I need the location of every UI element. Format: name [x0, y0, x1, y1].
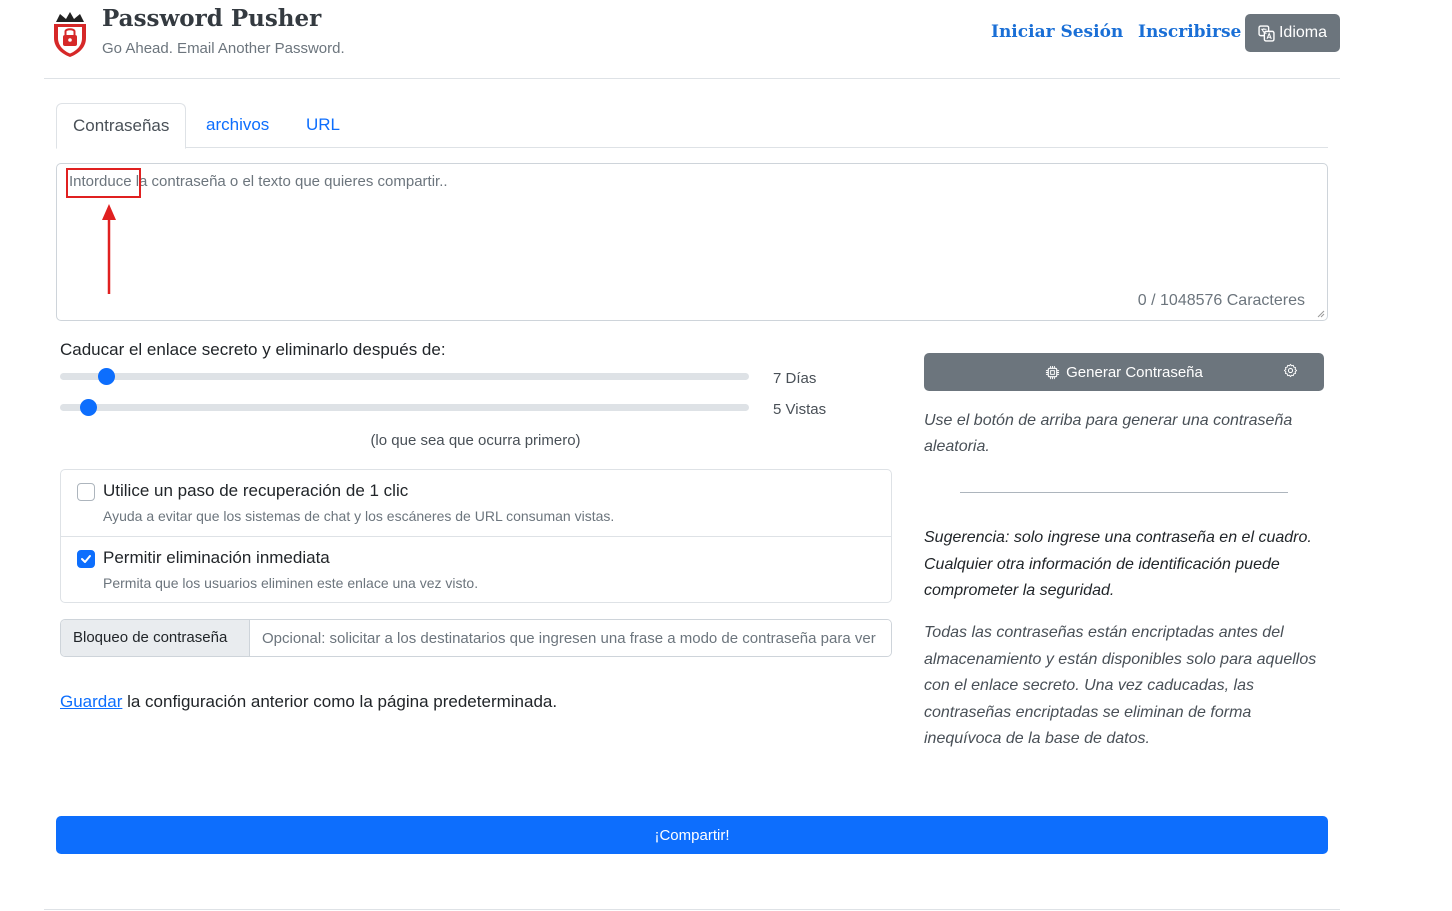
site-title[interactable]: Password Pusher [102, 5, 321, 32]
generate-password-label: Generar Contraseña [1066, 363, 1203, 381]
divider [960, 492, 1288, 493]
tab-files[interactable]: archivos [190, 103, 285, 148]
retrieval-step-description: Ayuda a evitar que los sistemas de chat … [103, 508, 615, 524]
days-slider-track [60, 373, 749, 380]
share-button[interactable]: ¡Compartir! [56, 816, 1328, 854]
footer-divider [44, 909, 1340, 910]
views-value: 5 Vistas [773, 401, 827, 418]
options-list: Utilice un paso de recuperación de 1 cli… [60, 469, 892, 603]
site-tagline: Go Ahead. Email Another Password. [102, 40, 345, 57]
tab-url[interactable]: URL [290, 103, 356, 148]
encryption-info: Todas las contraseñas están encriptadas … [924, 624, 1317, 747]
list-item: Permitir eliminación inmediata Permita q… [61, 537, 891, 604]
security-tip: Sugerencia: solo ingrese una contraseña … [924, 529, 1312, 599]
annotation-highlight-box [66, 168, 141, 198]
deletable-checkbox[interactable] [77, 550, 95, 568]
generate-password-button[interactable]: Generar Contraseña [924, 353, 1324, 391]
views-slider-thumb[interactable] [79, 399, 97, 416]
login-link[interactable]: Iniciar Sesión [991, 22, 1123, 42]
language-button[interactable]: Idioma [1245, 14, 1340, 52]
days-slider[interactable] [60, 366, 749, 386]
payload-field: 0 / 1048576 Caracteres [56, 163, 1328, 321]
deletable-description: Permita que los usuarios eliminen este e… [103, 575, 479, 591]
payload-textarea[interactable] [57, 164, 1327, 320]
passphrase-group: Bloqueo de contraseña [60, 619, 892, 657]
translate-icon [1258, 24, 1275, 42]
whichever-first-note: (lo que sea que ocurra primero) [370, 432, 581, 449]
retrieval-step-checkbox[interactable] [77, 483, 95, 501]
tab-passwords[interactable]: Contraseñas [56, 103, 187, 149]
expiration-label: Caducar el enlace secreto y eliminarlo d… [60, 340, 446, 359]
save-defaults-text: la configuración anterior como la página… [122, 692, 558, 711]
list-item: Utilice un paso de recuperación de 1 cli… [61, 470, 891, 537]
days-value: 7 Días [773, 370, 817, 387]
views-slider-track [60, 404, 749, 411]
resize-grip-icon[interactable] [1317, 310, 1325, 318]
save-defaults-link[interactable]: Guardar [60, 692, 122, 711]
language-label: Idioma [1278, 24, 1328, 41]
passphrase-input[interactable] [250, 620, 891, 656]
logo-icon[interactable] [48, 10, 92, 58]
generator-hint: Use el botón de arriba para generar una … [924, 412, 1293, 455]
retrieval-step-title: Utilice un paso de recuperación de 1 cli… [103, 481, 409, 500]
views-slider[interactable] [60, 397, 749, 417]
content-type-tabs: Contraseñas archivos URL [56, 103, 1328, 149]
character-count: 0 / 1048576 Caracteres [1137, 292, 1305, 309]
annotation-arrow-icon [102, 204, 116, 294]
passphrase-label: Bloqueo de contraseña [61, 620, 250, 656]
deletable-title: Permitir eliminación inmediata [103, 548, 330, 567]
site-header: Password Pusher Go Ahead. Email Another … [44, 0, 1340, 79]
days-slider-thumb[interactable] [98, 368, 116, 385]
save-defaults-line: Guardar la configuración anterior como l… [60, 692, 557, 712]
checkmark-icon [81, 555, 91, 563]
chip-icon [1046, 365, 1060, 379]
gear-icon[interactable] [1283, 363, 1298, 378]
signup-link[interactable]: Inscribirse [1138, 22, 1241, 42]
